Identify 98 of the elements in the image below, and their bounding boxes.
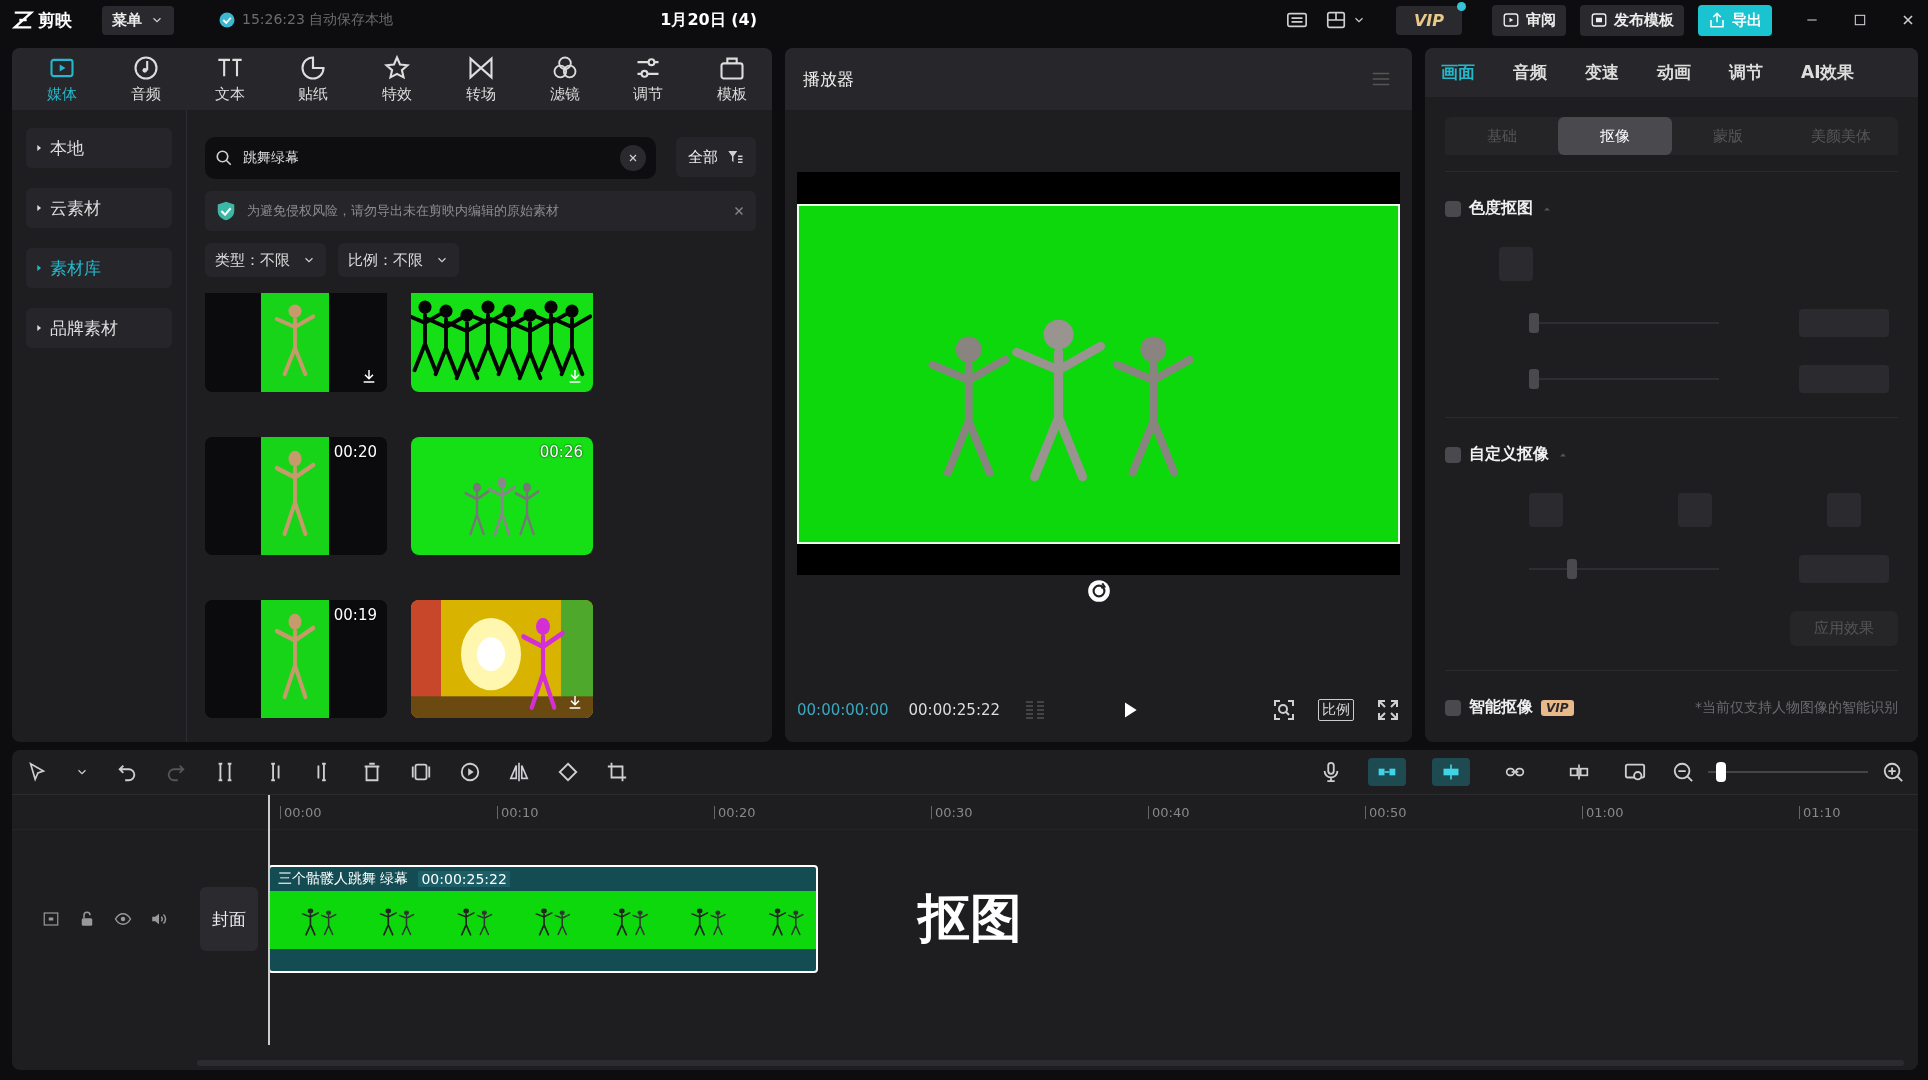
cover-icon[interactable] — [42, 910, 60, 928]
time-label: 00:30 — [931, 805, 1148, 819]
duration-label: 00:26 — [539, 443, 583, 461]
crop-icon[interactable] — [606, 761, 628, 783]
dropdown[interactable]: 类型：不限 — [205, 243, 326, 277]
filter-icon — [726, 148, 744, 166]
music-note-icon — [131, 54, 160, 82]
freeze-frame-icon[interactable] — [410, 761, 432, 783]
close-icon — [627, 152, 639, 164]
media-tab[interactable]: 文本 — [199, 54, 260, 104]
search-icon — [215, 149, 233, 167]
filter-button[interactable]: 全部 — [676, 137, 756, 177]
template-icon — [1590, 11, 1608, 29]
sidebar-item[interactable]: 本地 — [26, 128, 172, 168]
pointer-icon[interactable] — [26, 761, 48, 783]
duration-label: 00:19 — [333, 606, 377, 624]
zoom-in-icon[interactable] — [1882, 761, 1904, 783]
time-label: 00:50 — [1365, 805, 1582, 819]
panel-title: 播放器 — [803, 67, 854, 91]
dropdown[interactable]: 比例：不限 — [338, 243, 459, 277]
check-icon — [218, 11, 236, 29]
time-label: 01:10 — [1799, 805, 1918, 819]
toolbar-button[interactable]: 审阅 — [1492, 4, 1566, 36]
sidebar-item[interactable]: 品牌素材 — [26, 308, 172, 348]
zoom-out-icon[interactable] — [1672, 761, 1694, 783]
checkbox[interactable] — [1445, 699, 1461, 716]
section-title: 色度抠图 — [1469, 198, 1533, 219]
inspector-tab[interactable]: AI效果 — [1801, 61, 1855, 84]
time-label: 00:10 — [497, 805, 714, 819]
inspector-tab[interactable]: 调节 — [1729, 61, 1763, 84]
media-tab[interactable]: 特效 — [367, 54, 427, 104]
magnet-icon[interactable] — [1368, 758, 1406, 786]
video-clip[interactable]: 三个骷髅人跳舞 绿幕 00:00:25:22 — [268, 865, 818, 973]
snap-icon[interactable] — [1432, 758, 1470, 786]
media-tab[interactable]: 模板 — [702, 54, 762, 104]
inspector-tab[interactable]: 音频 — [1513, 61, 1547, 84]
sidebar-item[interactable]: 素材库 — [26, 248, 172, 288]
shield-icon — [215, 200, 237, 222]
search-field[interactable]: 跳舞绿幕 — [205, 137, 656, 179]
cover-button[interactable]: 封面 — [200, 887, 258, 951]
project-title: 1月20日 (4) — [659, 9, 758, 31]
inspector-tab[interactable]: 变速 — [1585, 61, 1619, 84]
notice-text: 为避免侵权风险，请勿导出未在剪映内编辑的原始素材 — [247, 202, 560, 220]
media-tab[interactable]: 媒体 — [32, 54, 92, 104]
media-tab[interactable]: 贴纸 — [283, 54, 344, 104]
segment-tab[interactable]: 抠像 — [1558, 117, 1672, 155]
reverse-icon[interactable] — [459, 761, 481, 783]
zoom-fit-icon[interactable] — [1272, 698, 1296, 722]
media-tab[interactable]: 音频 — [115, 54, 176, 104]
star-icon — [383, 54, 411, 82]
section-title: 自定义抠像 — [1469, 444, 1549, 465]
preview-icon[interactable] — [1624, 761, 1646, 783]
slider-thumb[interactable] — [1567, 559, 1577, 579]
clip-name: 三个骷髅人跳舞 绿幕 — [278, 870, 409, 888]
bowtie-icon — [466, 54, 495, 82]
review-icon — [1502, 11, 1520, 29]
clear-button[interactable] — [620, 145, 646, 171]
autosave-status: 15:26:23 自动保存本地 — [242, 11, 394, 29]
rotate-handle-icon[interactable] — [1085, 578, 1112, 604]
inspector-tab[interactable]: 动画 — [1657, 61, 1691, 84]
slider-thumb[interactable] — [1529, 313, 1539, 333]
toolbar-button[interactable]: 发布模板 — [1580, 4, 1684, 36]
checkbox[interactable] — [1445, 200, 1461, 217]
ratio-button[interactable]: 比例 — [1318, 699, 1354, 721]
media-tab[interactable]: 调节 — [618, 54, 679, 104]
logo-icon — [12, 9, 34, 31]
maximize-icon[interactable] — [1852, 12, 1868, 28]
download-icon[interactable] — [567, 694, 583, 710]
time-label: 00:40 — [1148, 805, 1365, 819]
hint-text: *当前仅支持人物图像的智能识别 — [1695, 698, 1898, 717]
menu-button[interactable]: 菜单 — [102, 5, 174, 35]
vip-badge: VIP — [1541, 699, 1574, 716]
fullscreen-icon[interactable] — [1376, 698, 1400, 722]
media-tab[interactable]: 滤镜 — [534, 54, 595, 104]
media-tab[interactable]: 转场 — [450, 54, 511, 104]
sidebar-item[interactable]: 云素材 — [26, 188, 172, 228]
upload-icon — [1708, 11, 1726, 29]
slider-thumb[interactable] — [1716, 762, 1726, 782]
mirror-icon[interactable] — [508, 761, 530, 783]
inspector-tab[interactable]: 画面 — [1441, 61, 1475, 84]
overlay-caption: 抠图 — [918, 887, 1022, 950]
time-label: 01:00 — [1582, 805, 1799, 819]
app-name: 剪映 — [38, 8, 72, 32]
notification-dot — [1457, 1, 1466, 11]
slider-thumb[interactable] — [1529, 369, 1539, 389]
time-label: 00:00 — [280, 805, 497, 819]
time-label: 00:20 — [714, 805, 931, 819]
clip-duration: 00:00:25:22 — [418, 871, 510, 887]
current-time: 00:00:00:00 — [797, 701, 889, 719]
sticker-icon — [299, 54, 328, 82]
checkbox[interactable] — [1445, 446, 1461, 463]
section-title: 智能抠像 — [1469, 697, 1533, 718]
total-time: 00:00:25:22 — [908, 701, 1001, 719]
download-icon[interactable] — [567, 368, 583, 384]
duration-label: 00:20 — [333, 443, 377, 461]
download-icon[interactable] — [361, 368, 377, 384]
eye-icon[interactable] — [114, 910, 132, 928]
search-input[interactable]: 跳舞绿幕 — [241, 149, 612, 167]
